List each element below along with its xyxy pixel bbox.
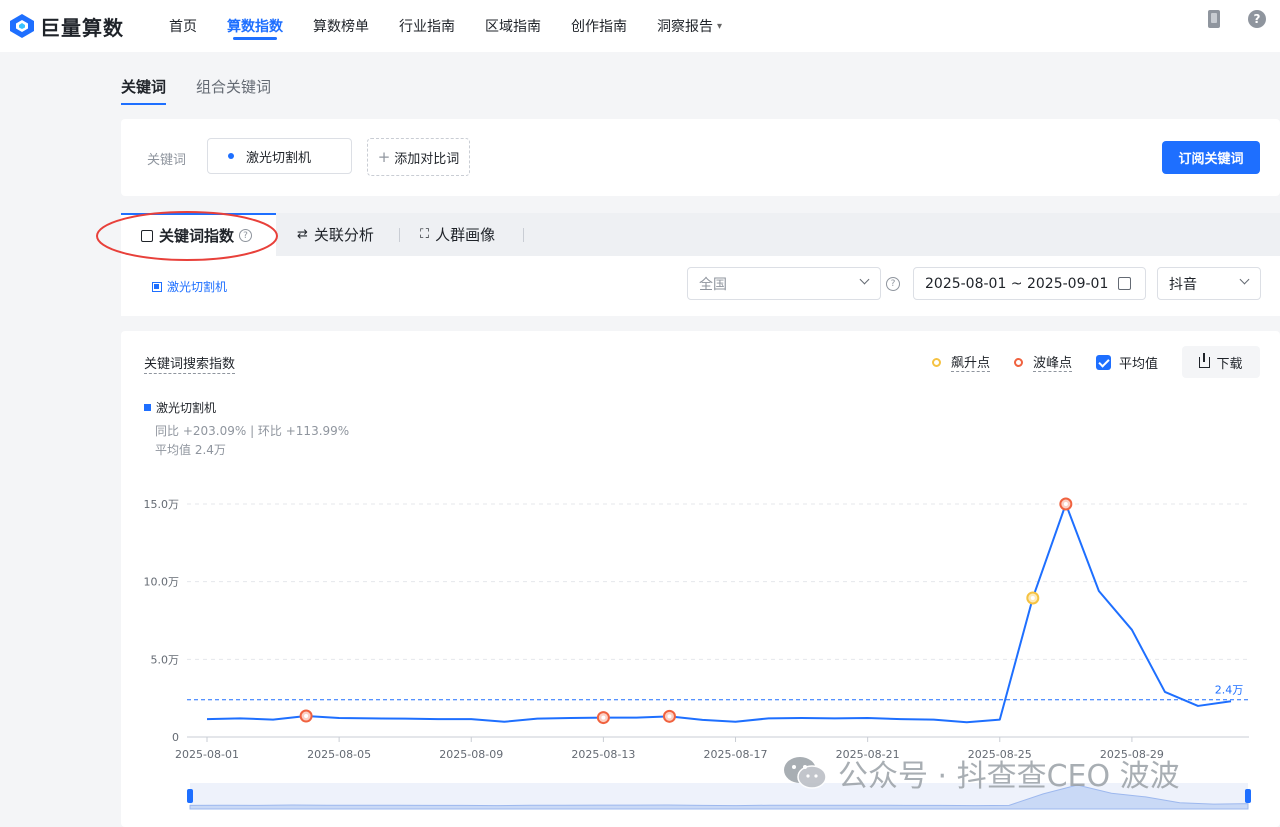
tab-keyword-index[interactable]: 关键词指数 ?	[121, 213, 276, 256]
x-tick-label: 2025-08-13	[571, 748, 635, 761]
y-tick-label: 0	[172, 731, 179, 744]
range-handle-left[interactable]	[187, 789, 193, 803]
keyword-card: 关键词 激光切割机 + 添加对比词 订阅关键词	[121, 119, 1280, 196]
platform-value: 抖音	[1169, 276, 1197, 293]
relation-icon: ⇄	[297, 227, 308, 242]
nav-item-label: 行业指南	[399, 19, 455, 35]
region-value: 全国	[699, 276, 727, 293]
calendar-icon	[1118, 277, 1131, 290]
tab-divider	[399, 228, 400, 242]
platform-select[interactable]: 抖音	[1157, 267, 1261, 300]
region-help-icon[interactable]: ?	[886, 277, 900, 291]
date-range-picker[interactable]: 2025-08-01 ~ 2025-09-01	[913, 267, 1146, 300]
nav-item-label: 区域指南	[485, 19, 541, 35]
y-tick-label: 10.0万	[144, 576, 180, 589]
tab-relation-analysis-label: 关联分析	[313, 226, 374, 244]
peak-point-center	[667, 714, 672, 719]
nav-item-1[interactable]: 算数指数	[212, 0, 298, 52]
analysis-tabs: 关键词指数 ? ⇄ 关联分析 ⛶ 人群画像	[121, 213, 1280, 256]
keyword-label: 关键词	[147, 153, 187, 168]
chevron-down-icon	[1239, 274, 1250, 285]
tab-audience-portrait[interactable]: ⛶ 人群画像	[420, 213, 495, 256]
chevron-down-icon	[859, 274, 870, 285]
peak-point-center	[304, 714, 309, 719]
top-navigation: 巨量算数 首页 算数指数 算数榜单 行业指南 区域指南 创作指南 洞察报告 ▾ ?	[0, 0, 1280, 52]
add-compare-button[interactable]: + 添加对比词	[367, 138, 470, 176]
series-legend-toggle[interactable]: 激光切割机	[152, 278, 227, 295]
chart-card: 关键词搜索指数 飙升点 波峰点 平均值 下载 激光切割机 同比 +203.09%…	[121, 331, 1280, 827]
nav-item-label: 创作指南	[571, 19, 627, 35]
x-tick-label: 2025-08-09	[439, 748, 503, 761]
nav-item-label: 算数榜单	[313, 19, 369, 35]
range-handle-right[interactable]	[1245, 789, 1251, 803]
tab-relation-analysis[interactable]: ⇄ 关联分析	[297, 213, 374, 256]
filter-row: 激光切割机 全国 ? 2025-08-01 ~ 2025-09-01 抖音	[121, 256, 1280, 316]
legend-checkbox-icon	[152, 281, 162, 292]
keyword-text: 激光切割机	[246, 150, 312, 166]
nav-item-label: 算数指数	[227, 19, 283, 35]
plus-icon: +	[377, 148, 391, 166]
nav-item-3[interactable]: 行业指南	[384, 0, 470, 52]
nav-item-6[interactable]: 洞察报告 ▾	[642, 0, 737, 52]
brand-name: 巨量算数	[40, 15, 124, 40]
tab-divider	[523, 228, 524, 242]
tab-combined-keyword[interactable]: 组合关键词	[196, 76, 271, 105]
nav-item-2[interactable]: 算数榜单	[298, 0, 384, 52]
nav-item-4[interactable]: 区域指南	[470, 0, 556, 52]
question-icon[interactable]: ?	[239, 229, 253, 242]
logo-icon	[10, 14, 34, 38]
nav-item-label: 洞察报告	[657, 19, 713, 35]
brand-logo[interactable]: 巨量算数	[8, 12, 124, 41]
region-select[interactable]: 全国	[687, 267, 881, 300]
x-tick-label: 2025-08-01	[175, 748, 239, 761]
y-tick-label: 5.0万	[151, 653, 180, 666]
nav-item-label: 首页	[169, 19, 197, 35]
trend-chart-icon	[141, 229, 153, 242]
help-icon[interactable]: ?	[1248, 10, 1266, 28]
rise-point-center	[1030, 595, 1035, 600]
tab-audience-portrait-label: 人群画像	[435, 226, 496, 244]
main-nav: 首页 算数指数 算数榜单 行业指南 区域指南 创作指南 洞察报告 ▾	[154, 0, 737, 52]
peak-point-center	[601, 715, 606, 720]
y-tick-label: 15.0万	[144, 498, 180, 511]
add-compare-label: 添加对比词	[394, 151, 460, 167]
subscribe-keyword-button[interactable]: 订阅关键词	[1162, 141, 1260, 174]
watermark-text: 公众号 · 抖查查CEO 波波	[838, 759, 1180, 794]
keyword-mode-tabs: 关键词 组合关键词	[121, 76, 301, 105]
phone-icon[interactable]	[1208, 10, 1220, 28]
caret-down-icon: ▾	[717, 20, 723, 32]
nav-item-0[interactable]: 首页	[154, 0, 212, 52]
tab-keyword[interactable]: 关键词	[121, 76, 167, 105]
x-tick-label: 2025-08-17	[704, 748, 768, 761]
wechat-icon	[784, 757, 827, 789]
series-legend-label: 激光切割机	[167, 280, 228, 294]
x-tick-label: 2025-08-05	[307, 748, 371, 761]
series-line	[206, 503, 1232, 724]
watermark: 公众号 · 抖查查CEO 波波	[782, 751, 1180, 795]
keyword-dot-icon	[228, 153, 234, 159]
date-range-value: 2025-08-01 ~ 2025-09-01	[925, 275, 1109, 292]
keyword-chip[interactable]: 激光切割机	[207, 138, 352, 174]
nav-item-5[interactable]: 创作指南	[556, 0, 642, 52]
tab-keyword-index-label: 关键词指数	[159, 227, 235, 245]
average-label: 2.4万	[1215, 684, 1244, 697]
peak-point-center	[1063, 502, 1068, 506]
portrait-icon: ⛶	[420, 227, 430, 242]
